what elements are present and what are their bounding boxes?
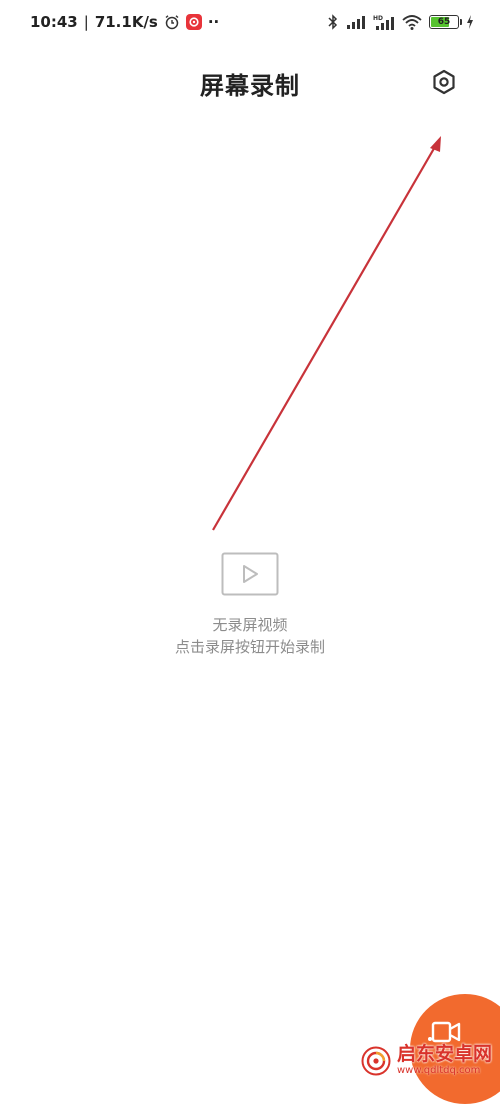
gear-icon bbox=[433, 69, 455, 95]
status-dots: ·· bbox=[207, 13, 220, 31]
status-bar: 10:43 | 71.1K/s ·· HD 65 bbox=[0, 0, 500, 44]
signal-icon bbox=[346, 15, 366, 29]
empty-state: 无录屏视频 点击录屏按钮开始录制 bbox=[0, 552, 500, 658]
status-net-speed: 71.1K/s bbox=[94, 13, 158, 31]
battery-cap bbox=[460, 19, 462, 25]
page-title: 屏幕录制 bbox=[200, 72, 300, 100]
charging-icon bbox=[466, 15, 474, 29]
annotation-arrow bbox=[212, 136, 441, 531]
empty-title: 无录屏视频 bbox=[212, 616, 288, 634]
watermark-name: 启东安卓网 bbox=[396, 1043, 492, 1065]
app-badge-icon bbox=[185, 14, 202, 30]
watermark-url: www.qdltdq.com bbox=[396, 1065, 481, 1076]
watermark-logo-icon bbox=[361, 1046, 391, 1075]
bluetooth-icon bbox=[327, 14, 339, 30]
svg-text:HD: HD bbox=[373, 15, 383, 22]
alarm-icon bbox=[164, 14, 180, 30]
empty-subtitle: 点击录屏按钮开始录制 bbox=[174, 638, 325, 656]
watermark: 启东安卓网 www.qdltdq.com bbox=[361, 1045, 492, 1076]
watermark-text: 启东安卓网 www.qdltdq.com bbox=[397, 1045, 492, 1076]
battery-icon: 65 bbox=[429, 15, 462, 29]
wifi-icon bbox=[402, 14, 422, 30]
status-left: 10:43 | 71.1K/s ·· bbox=[30, 12, 219, 32]
status-separator: | bbox=[83, 13, 89, 31]
video-play-icon bbox=[221, 552, 279, 596]
header: 屏幕录制 bbox=[0, 60, 500, 104]
status-right: HD 65 bbox=[327, 12, 474, 32]
battery-level: 65 bbox=[437, 16, 451, 27]
settings-button[interactable] bbox=[428, 66, 460, 98]
status-time: 10:43 bbox=[30, 13, 78, 31]
hd-signal-icon: HD bbox=[373, 14, 395, 30]
